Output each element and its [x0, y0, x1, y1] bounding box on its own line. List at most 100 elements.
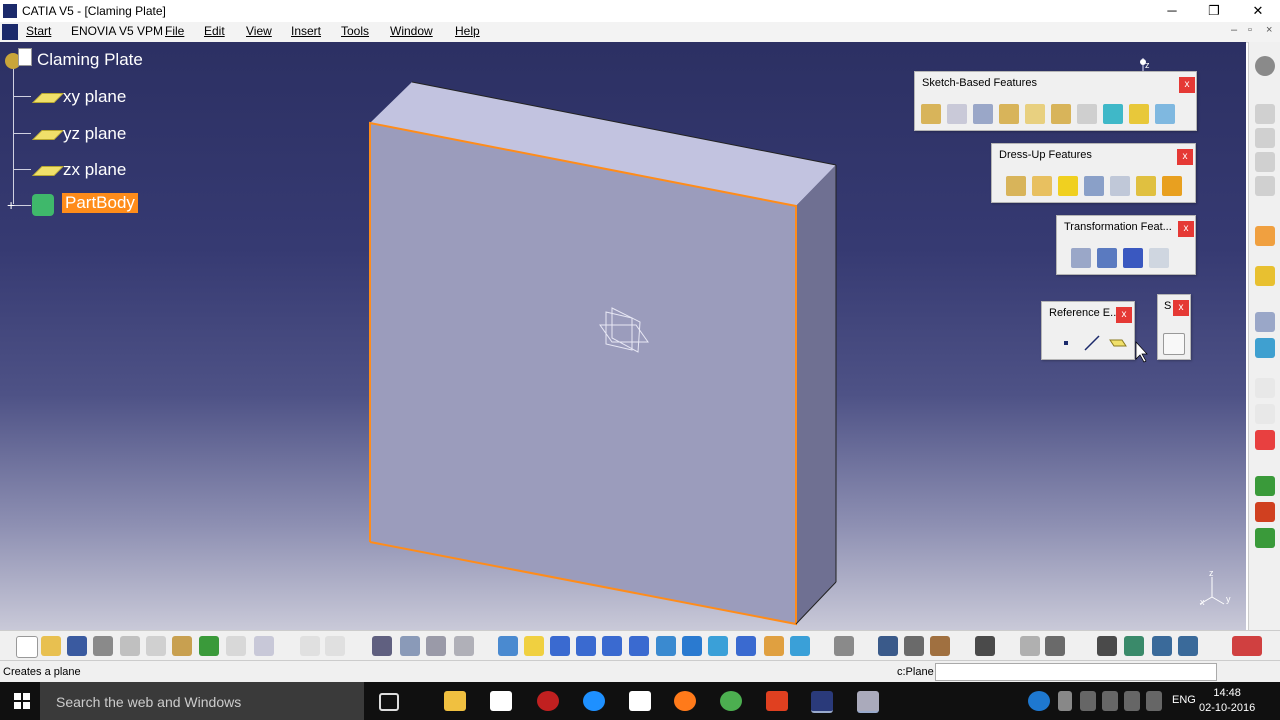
zoom-in-icon[interactable] [602, 636, 622, 656]
thread-icon[interactable] [1136, 176, 1156, 196]
menu-edit[interactable]: Edit [204, 24, 225, 38]
stiffener-icon[interactable] [1077, 104, 1097, 124]
volume-icon[interactable] [1102, 691, 1118, 711]
disabled-tool-2-icon[interactable] [1255, 128, 1275, 148]
measure-between-icon[interactable] [878, 636, 898, 656]
dress-up-features-close-button[interactable]: x [1177, 149, 1193, 165]
analysis-icon[interactable] [454, 636, 474, 656]
taskbar-search[interactable]: Search the web and Windows [40, 682, 364, 720]
grid-icon[interactable] [372, 636, 392, 656]
rectangular-pattern-icon[interactable] [1123, 248, 1143, 268]
notifications-icon[interactable] [1146, 691, 1162, 711]
3d-viewport[interactable]: z z x y Claming Plate xy plane yz plane … [0, 42, 1246, 630]
iso-view-icon[interactable] [708, 636, 728, 656]
catalog-icon[interactable] [400, 636, 420, 656]
paste-icon[interactable] [172, 636, 192, 656]
menu-insert[interactable]: Insert [291, 24, 321, 38]
point-icon[interactable] [1056, 333, 1076, 353]
file-explorer-icon[interactable] [444, 691, 466, 711]
multi-section-icon[interactable] [1155, 104, 1175, 124]
hide-show-icon[interactable] [764, 636, 784, 656]
new-icon[interactable] [16, 636, 38, 658]
pan-icon[interactable] [550, 636, 570, 656]
tree-item-yz-plane[interactable]: yz plane [63, 124, 126, 144]
expand-plus-icon[interactable]: + [7, 198, 19, 212]
reference-elements-close-button[interactable]: x [1116, 307, 1132, 323]
insert-body-icon[interactable] [1255, 338, 1275, 358]
formula-fx-icon[interactable] [300, 636, 320, 656]
measure-item-icon[interactable] [904, 636, 924, 656]
help-icon[interactable] [1028, 691, 1050, 711]
apply-material-icon[interactable] [1255, 476, 1275, 496]
surface-icon[interactable] [1255, 266, 1275, 286]
inner-minimize-button[interactable]: – [1231, 24, 1237, 36]
sketcher-close-button[interactable]: x [1173, 300, 1189, 316]
restore-button[interactable]: ❐ [1194, 0, 1234, 22]
chamfer-icon[interactable] [1032, 176, 1052, 196]
close-button[interactable]: ✕ [1238, 0, 1278, 22]
menu-tools[interactable]: Tools [341, 24, 369, 38]
inner-restore-button[interactable]: ▫ [1248, 24, 1252, 36]
web-icon[interactable] [1045, 636, 1065, 656]
tree-root-label[interactable]: Claming Plate [37, 50, 143, 70]
tools-palette-icon[interactable] [834, 636, 854, 656]
tree-item-xy-plane[interactable]: xy plane [63, 87, 126, 107]
abc-annotation-icon[interactable] [1255, 378, 1275, 398]
rib-icon[interactable] [1025, 104, 1045, 124]
hole-icon[interactable] [999, 104, 1019, 124]
store-icon[interactable] [490, 691, 512, 711]
disabled-tool-4-icon[interactable] [1255, 176, 1275, 196]
catia-taskbar-icon[interactable] [811, 691, 833, 713]
redo-icon[interactable] [226, 636, 246, 656]
formula-icon[interactable] [1255, 528, 1275, 548]
measure-icon[interactable] [1255, 430, 1275, 450]
windows-start-icon[interactable] [14, 693, 30, 709]
scaling-icon[interactable] [1149, 248, 1169, 268]
firefox-icon[interactable] [674, 691, 696, 711]
list-icon[interactable] [1178, 636, 1198, 656]
pad-icon[interactable] [921, 104, 941, 124]
sketch-icon[interactable] [1163, 333, 1185, 355]
minimize-button[interactable]: ─ [1152, 0, 1192, 22]
tray-chevron-icon[interactable] [1058, 691, 1072, 711]
zoom-out-icon[interactable] [629, 636, 649, 656]
cut-icon[interactable] [120, 636, 140, 656]
input-language[interactable]: ENG [1172, 694, 1196, 706]
app-red-icon[interactable] [537, 691, 559, 711]
part-side-face[interactable] [796, 165, 836, 624]
shaft-icon[interactable] [973, 104, 993, 124]
notepad-icon[interactable] [629, 691, 651, 711]
tree-item-zx-plane[interactable]: zx plane [63, 160, 126, 180]
edge-fillet-icon[interactable] [1006, 176, 1026, 196]
update-icon[interactable] [1255, 502, 1275, 522]
select-arrow-icon[interactable] [1255, 226, 1275, 246]
knowledge-icon[interactable] [426, 636, 446, 656]
shell-icon[interactable] [1084, 176, 1104, 196]
menu-file[interactable]: File [165, 24, 184, 38]
print-icon[interactable] [93, 636, 113, 656]
thickness-icon[interactable] [1110, 176, 1130, 196]
translation-icon[interactable] [1071, 248, 1091, 268]
menu-view[interactable]: View [246, 24, 272, 38]
partbody-gear-icon[interactable] [32, 194, 54, 216]
removed-loft-icon[interactable] [1129, 104, 1149, 124]
menu-start[interactable]: Start [26, 24, 51, 38]
loft-icon[interactable] [1103, 104, 1123, 124]
pocket-icon[interactable] [947, 104, 967, 124]
parameters-icon[interactable] [1124, 636, 1144, 656]
mirror-icon[interactable] [1097, 248, 1117, 268]
constraint-icon[interactable] [1097, 636, 1117, 656]
menu-enovia[interactable]: ENOVIA V5 VPM [71, 24, 163, 38]
transformation-features-close-button[interactable]: x [1178, 221, 1194, 237]
menu-help[interactable]: Help [455, 24, 480, 38]
battery-icon[interactable] [1124, 691, 1140, 711]
disabled-tool-3-icon[interactable] [1255, 152, 1275, 172]
normal-view-icon[interactable] [656, 636, 676, 656]
refresh-icon[interactable] [1020, 636, 1040, 656]
copy-icon[interactable] [146, 636, 166, 656]
rotate-icon[interactable] [576, 636, 596, 656]
swap-visible-space-icon[interactable] [790, 636, 810, 656]
chrome-icon[interactable] [720, 691, 742, 711]
text-annotation-icon[interactable] [1255, 404, 1275, 424]
edge-browser-icon[interactable] [583, 691, 605, 711]
